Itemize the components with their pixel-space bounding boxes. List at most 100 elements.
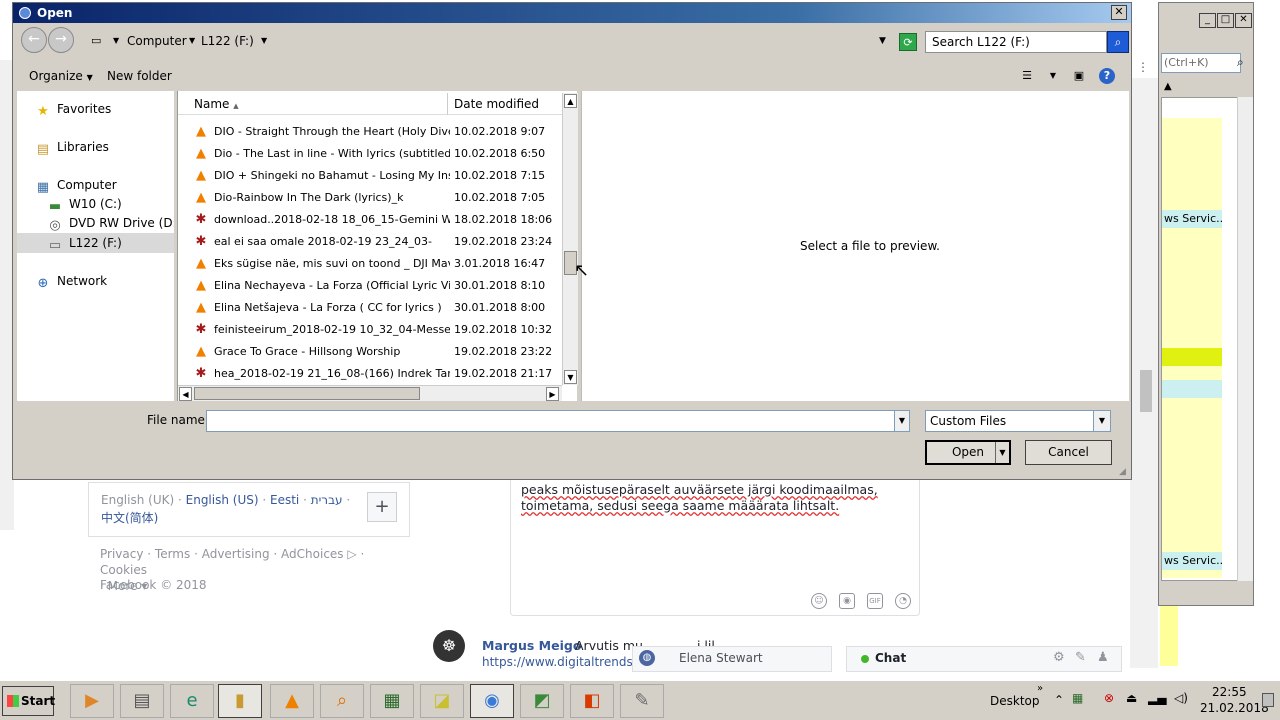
file-row[interactable]: ▲ Elina Nechayeva - La Forza (Official Ly… [194, 275, 564, 297]
chevron-up-icon[interactable]: ▲ [1164, 81, 1172, 92]
window-search-input[interactable]: (Ctrl+K) [1161, 53, 1241, 73]
footer-cookies[interactable]: Cookies [100, 563, 147, 577]
nav-network[interactable]: ⊕ Network [35, 271, 108, 291]
file-row[interactable]: ▲ Grace To Grace - Hillsong Worship 19.02.… [194, 341, 564, 363]
footer-adchoices[interactable]: AdChoices [281, 547, 344, 561]
chevron-down-icon[interactable]: ▼ [261, 30, 267, 52]
file-type-filter[interactable]: Custom Files [925, 410, 1111, 432]
preview-pane-icon[interactable]: ▣ [1071, 68, 1087, 84]
chat-contact-tab[interactable]: ◍ Elena Stewart [632, 646, 832, 672]
file-name-dropdown[interactable]: ▼ [894, 410, 910, 432]
refresh-icon[interactable]: ⟳ [899, 33, 917, 51]
chevron-down-icon[interactable]: ▼ [113, 30, 119, 52]
column-header-name[interactable]: Name ▲ [194, 93, 448, 115]
file-row[interactable]: ▲ Elina Netšajeva - La Forza ( CC for lyr… [194, 297, 564, 319]
desktop-toolbar-label[interactable]: Desktop [990, 681, 1040, 720]
vlc-icon[interactable]: ▲ [270, 684, 314, 718]
compose-text[interactable]: peaks mõistusepäraselt auväärsete järgi … [521, 482, 911, 514]
start-button[interactable]: Start [2, 686, 55, 716]
notes-app-icon[interactable]: ◪ [420, 684, 464, 718]
maximize-icon[interactable]: □ [1217, 13, 1234, 28]
gear-icon[interactable]: ⚙ [1053, 650, 1065, 665]
usb-icon[interactable]: ⏏ [1126, 691, 1137, 705]
chrome-icon[interactable]: ◉ [470, 684, 514, 718]
compose-icon[interactable]: ✎ [1075, 650, 1086, 665]
nav-drive-d[interactable]: ◎ DVD RW Drive (D:) Au [47, 213, 174, 233]
chevron-up-icon[interactable]: ⌃ [1054, 693, 1064, 707]
window-scrollbar[interactable] [1237, 97, 1253, 581]
file-row[interactable]: ▲ DIO + Shingeki no Bahamut - Losing My I… [194, 165, 564, 187]
lang-english-us[interactable]: English (US) [186, 493, 259, 507]
footer-privacy[interactable]: Privacy [100, 547, 143, 561]
scroll-left-icon[interactable]: ◀ [179, 387, 192, 401]
volume-icon[interactable]: ◁) [1174, 691, 1188, 705]
file-row[interactable]: ▲ DIO - Straight Through the Heart (Holy … [194, 121, 564, 143]
comment-author[interactable]: Margus Meigo [482, 638, 581, 653]
organize-button[interactable]: Organize ▼ [29, 63, 93, 91]
avatar[interactable]: ☸ [433, 630, 465, 662]
nav-drive-c[interactable]: ▬ W10 (C:) [47, 194, 122, 214]
scroll-down-icon[interactable]: ▼ [564, 370, 577, 384]
lang-chinese[interactable]: 中文(简体) [101, 509, 158, 526]
search-input[interactable]: Search L122 (F:) [925, 31, 1107, 53]
scroll-up-icon[interactable]: ▲ [564, 94, 577, 108]
search-app-icon[interactable]: ⌕ [320, 684, 364, 718]
security-icon[interactable]: ⊗ [1104, 691, 1114, 705]
back-button[interactable]: ← [21, 27, 47, 53]
open-button[interactable]: Open ▼ [925, 440, 1011, 465]
show-desktop-button[interactable] [1262, 693, 1274, 707]
cancel-button[interactable]: Cancel [1025, 440, 1112, 465]
new-folder-button[interactable]: New folder [107, 63, 172, 89]
chart-app-icon[interactable]: ◩ [520, 684, 564, 718]
column-header-date[interactable]: Date modified [454, 93, 539, 115]
close-icon[interactable]: ✕ [1111, 5, 1127, 20]
gif-icon[interactable]: GIF [867, 593, 883, 609]
explorer-icon[interactable]: ▮ [218, 684, 262, 718]
clock-time[interactable]: 22:55 [1212, 685, 1247, 699]
clock-date[interactable]: 21.02.2018 [1200, 701, 1269, 715]
chat-bar[interactable]: Chat ⚙ ✎ ♟ [846, 646, 1122, 672]
edge-browser-icon[interactable]: e [170, 684, 214, 718]
sticker-icon[interactable]: ◔ [895, 593, 911, 609]
chevron-down-icon[interactable]: ▼ [1093, 411, 1110, 431]
paint-icon[interactable]: ✎ [620, 684, 664, 718]
camera-icon[interactable]: ◉ [839, 593, 855, 609]
footer-advertising[interactable]: Advertising [202, 547, 270, 561]
menu-dots-icon[interactable]: ⋮ [1137, 60, 1149, 74]
list-item[interactable]: ws Servic... [1162, 210, 1222, 228]
nav-favorites[interactable]: ★ Favorites [35, 99, 111, 119]
lang-hebrew[interactable]: עברית [311, 493, 343, 507]
resize-grip-icon[interactable]: ◢ [1119, 467, 1129, 477]
breadcrumb-computer[interactable]: Computer [127, 30, 187, 52]
file-row[interactable]: ▲ Dio - The Last in line - With lyrics (s… [194, 143, 564, 165]
document-icon[interactable]: ▤ [120, 684, 164, 718]
nav-computer[interactable]: ▦ Computer [35, 175, 117, 195]
file-row[interactable]: ✱ feinisteeirum_2018-02-19 10_32_04-Messe… [194, 319, 564, 341]
hscroll-thumb[interactable] [194, 387, 420, 400]
address-history-dropdown[interactable]: ▼ [879, 30, 891, 52]
group-icon[interactable]: ♟ [1097, 650, 1109, 665]
lang-eesti[interactable]: Eesti [270, 493, 299, 507]
media-player-icon[interactable]: ▶ [70, 684, 114, 718]
help-icon[interactable]: ? [1099, 68, 1115, 84]
network-signal-icon[interactable]: ▂▄ [1148, 691, 1166, 705]
monitor-app-icon[interactable]: ▦ [370, 684, 414, 718]
chevron-down-icon[interactable]: ▼ [1045, 68, 1061, 84]
scroll-right-icon[interactable]: ▶ [546, 387, 559, 401]
file-list-hscrollbar[interactable]: ◀ ▶ [178, 385, 562, 401]
file-name-input[interactable] [206, 410, 896, 432]
file-list-vscrollbar[interactable]: ▲ ▼ [562, 93, 578, 385]
file-row[interactable]: ▲ Dio-Rainbow In The Dark (lyrics)_k 10.02… [194, 187, 564, 209]
more-languages-button[interactable]: + [367, 492, 397, 522]
file-row[interactable]: ✱ eal ei saa omale 2018-02-19 23_24_03- 19… [194, 231, 564, 253]
tray-app-icon[interactable]: ▦ [1072, 691, 1083, 705]
search-icon[interactable]: ⌕ [1107, 31, 1129, 53]
list-item[interactable]: ws Servic... [1162, 552, 1222, 570]
emoji-icon[interactable]: ☺ [811, 593, 827, 609]
minimize-icon[interactable]: _ [1199, 13, 1216, 28]
nav-libraries[interactable]: ▤ Libraries [35, 137, 109, 157]
breadcrumb-current[interactable]: L122 (F:) [201, 30, 254, 52]
file-row[interactable]: ▲ Eks sügise näe, mis suvi on toond _ DJI… [194, 253, 564, 275]
nav-drive-f[interactable]: ▭ L122 (F:) [47, 233, 122, 253]
page-scrollbar-thumb[interactable] [1140, 370, 1152, 412]
